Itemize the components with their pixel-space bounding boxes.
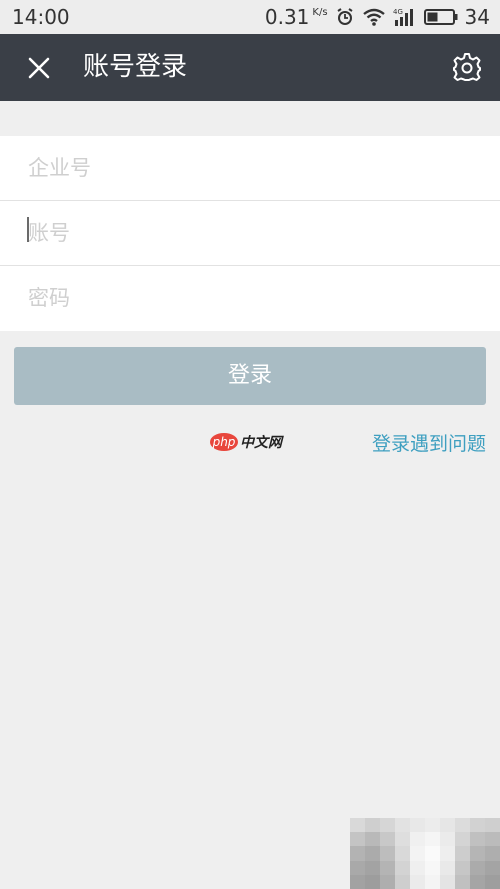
- title-bar: 账号登录: [0, 34, 500, 101]
- status-bar: 14:00 0.31 K/s 4G 34: [0, 0, 500, 34]
- status-time: 14:00: [12, 5, 70, 29]
- status-indicators: 0.31 K/s 4G 34: [265, 4, 490, 30]
- close-icon: [22, 57, 56, 89]
- network-speed: 0.31: [264, 5, 310, 29]
- page-title: 账号登录: [83, 52, 188, 82]
- alarm-icon: [335, 7, 355, 27]
- login-form: [0, 136, 500, 331]
- network-speed-unit: K/s: [312, 7, 328, 18]
- wifi-icon: [362, 7, 386, 27]
- account-field-row: [0, 201, 500, 266]
- gear-icon: [452, 53, 482, 86]
- svg-text:4G: 4G: [393, 8, 403, 16]
- company-id-input[interactable]: [28, 136, 478, 200]
- close-button[interactable]: [22, 51, 56, 85]
- signal-4g-icon: 4G: [393, 7, 417, 27]
- account-input[interactable]: [28, 201, 478, 265]
- battery-level: 34: [464, 5, 490, 29]
- company-field-row: [0, 136, 500, 201]
- php-logo-badge: php: [210, 433, 238, 451]
- settings-button[interactable]: [452, 52, 482, 82]
- text-cursor: [27, 217, 29, 242]
- login-button[interactable]: 登录: [14, 347, 486, 405]
- watermark-logo: php 中文网: [210, 432, 282, 452]
- password-input[interactable]: [28, 266, 478, 330]
- battery-icon: [423, 8, 458, 26]
- login-help-link[interactable]: 登录遇到问题: [372, 430, 486, 458]
- php-logo-text: 中文网: [240, 435, 282, 451]
- pixelated-overlay: [350, 818, 500, 889]
- password-field-row: [0, 266, 500, 331]
